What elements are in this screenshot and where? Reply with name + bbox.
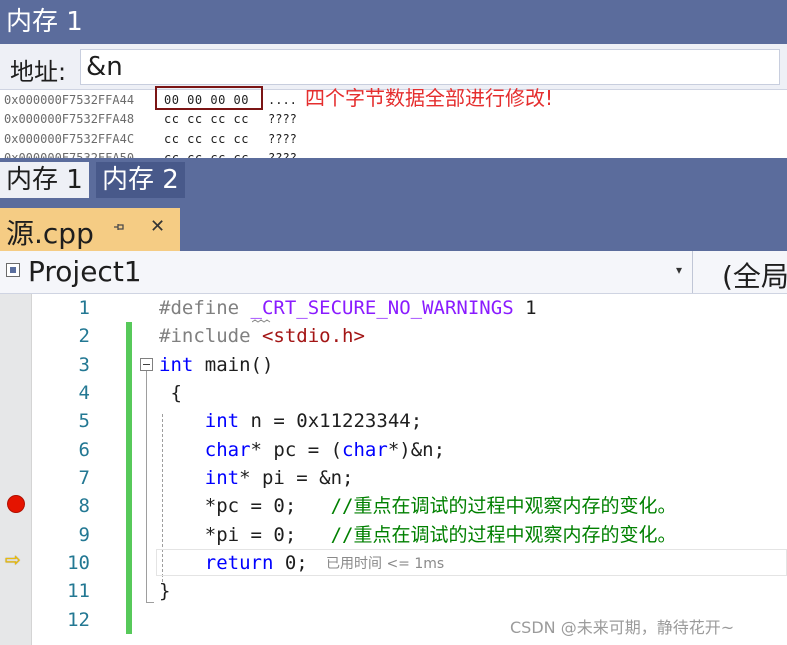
memory-address: 0x000000F7532FFA50 [4,151,135,158]
divider [692,251,693,293]
line-number: 9 [78,524,90,546]
line-number: 2 [78,325,90,347]
tab-memory-2[interactable]: 内存 2 [96,162,185,198]
code-line-1: #define _CRT_SECURE_NO_WARNINGS 1 [159,297,537,319]
navigation-bar: Project1 ▾ (全局 [0,251,787,294]
document-tab[interactable]: 源.cpp ✕ [0,208,180,251]
memory-window-title: 内存 1 [0,0,787,44]
tab-memory-1[interactable]: 内存 1 [0,162,89,198]
code-line-4: { [170,382,182,404]
line-number: 3 [78,354,90,376]
close-icon[interactable]: ✕ [150,216,165,237]
memory-address: 0x000000F7532FFA4C [4,132,135,146]
line-number: 4 [78,382,90,404]
watermark: CSDN @未来可期，静待花开~ [510,618,735,637]
scope-dropdown[interactable]: (全局 [722,255,787,295]
line-number: 10 [67,552,90,574]
memory-address: 0x000000F7532FFA48 [4,112,135,126]
breakpoint-icon[interactable] [7,495,25,513]
code-editor[interactable]: ⇨ 1 2 3 4 5 6 7 8 9 10 11 12 #define _CR… [0,294,787,645]
line-number: 6 [78,439,90,461]
fold-end [146,602,154,603]
memory-bytes[interactable]: cc cc cc cc [164,129,249,149]
change-indicator-bar [126,322,132,634]
modified-bytes-highlight [155,86,263,110]
document-filename: 源.cpp [6,217,94,250]
code-line-10: return 0; [204,552,308,574]
memory-ascii: ???? [268,132,297,146]
address-input[interactable]: &n [80,49,780,85]
memory-tab-strip: 内存 1 内存 2 [0,158,787,202]
line-number: 1 [78,297,90,319]
line-number: 12 [67,609,90,631]
current-statement-arrow-icon: ⇨ [5,549,21,571]
memory-bytes[interactable]: cc cc cc cc [164,148,249,158]
memory-ascii: ???? [268,112,297,126]
chevron-down-icon[interactable]: ▾ [676,263,682,277]
code-line-8: *pc = 0; //重点在调试的过程中观察内存的变化。 [204,495,677,517]
memory-ascii: .... [268,93,297,107]
project-icon [6,263,20,277]
collapse-icon[interactable] [140,358,153,371]
pin-icon[interactable] [112,220,126,238]
code-line-3: int main() [159,354,274,376]
code-line-5: int n = 0x11223344; [204,410,423,432]
annotation-note: 四个字节数据全部进行修改! [305,86,554,110]
code-line-6: char* pc = (char*)&n; [204,439,446,461]
document-tab-strip: 源.cpp ✕ [0,202,787,251]
line-number: 5 [78,410,90,432]
memory-bytes[interactable]: cc cc cc cc [164,109,249,129]
code-line-7: int* pi = &n; [204,467,354,489]
fold-line [146,371,147,603]
elapsed-time-hint: 已用时间 <= 1ms [326,556,445,572]
line-number: 8 [78,495,90,517]
code-line-9: *pi = 0; //重点在调试的过程中观察内存的变化。 [204,524,677,546]
breakpoint-gutter[interactable]: ⇨ [0,294,32,645]
line-number: 7 [78,467,90,489]
memory-ascii: ???? [268,151,297,158]
code-line-2: #include <stdio.h> [159,325,365,347]
memory-address: 0x000000F7532FFA44 [4,93,135,107]
code-line-11: } [159,580,171,602]
line-number: 11 [67,580,90,602]
project-dropdown[interactable]: Project1 [28,255,142,288]
address-label: 地址: [10,58,67,86]
